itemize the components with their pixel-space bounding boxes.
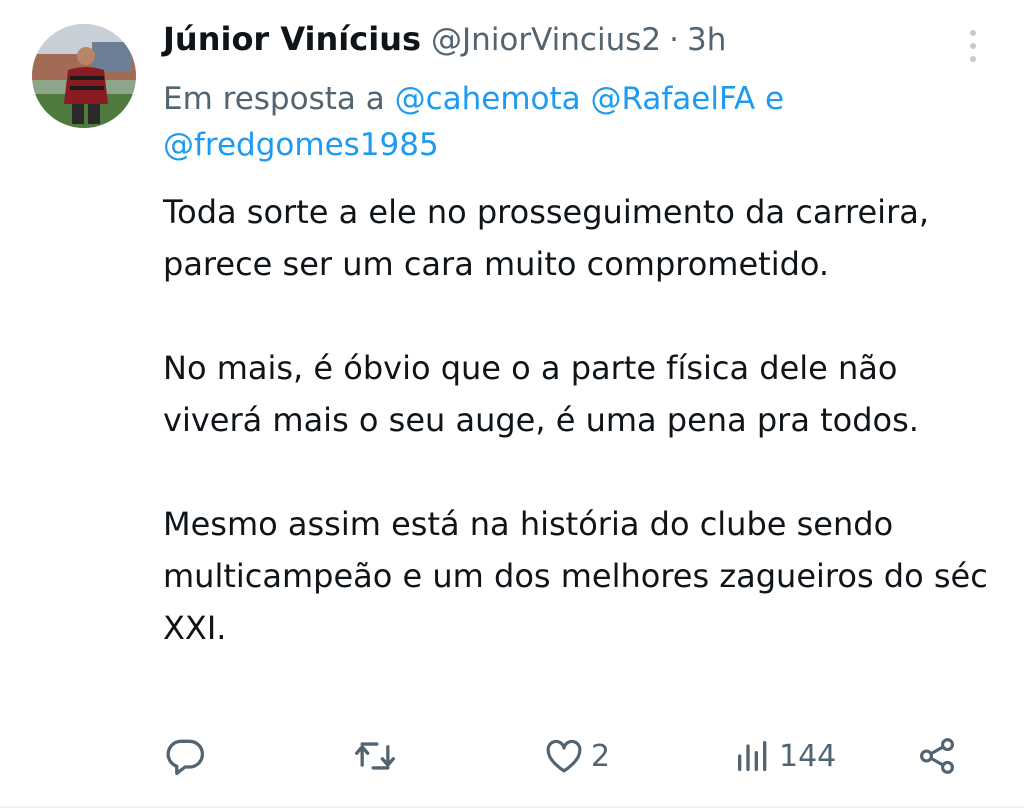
mention-joiner: e	[765, 81, 785, 117]
tweet-paragraph: Mesmo assim está na história do clube se…	[163, 505, 988, 647]
avatar[interactable]	[32, 24, 136, 128]
avatar-photo	[32, 24, 136, 128]
like-count: 2	[591, 738, 611, 774]
author-name[interactable]: Júnior Vinícius	[163, 20, 421, 58]
heart-icon	[546, 739, 582, 773]
tweet-header: Júnior Vinícius @JniorVincius2 · 3h	[163, 20, 726, 70]
more-options-icon[interactable]	[960, 28, 986, 64]
reply-button[interactable]	[163, 728, 207, 784]
reply-prefix: Em resposta a	[163, 81, 385, 117]
retweet-icon	[355, 742, 395, 770]
tweet-paragraph: Toda sorte a ele no prosseguimento da ca…	[163, 193, 929, 283]
divider	[0, 806, 1024, 808]
reply-context: Em resposta a @cahemota @RafaelFA e @fre…	[163, 76, 923, 168]
views-icon	[738, 741, 767, 771]
like-button[interactable]: 2	[543, 728, 610, 784]
views-count: 144	[779, 738, 837, 774]
mention-link[interactable]: @fredgomes1985	[163, 127, 439, 163]
author-handle[interactable]: @JniorVincius2	[431, 22, 661, 58]
timestamp[interactable]: 3h	[687, 22, 726, 58]
retweet-button[interactable]	[352, 728, 398, 784]
share-button[interactable]	[916, 728, 958, 784]
mention-link[interactable]: @cahemota	[395, 81, 581, 117]
views-button[interactable]: 144	[733, 728, 836, 784]
action-bar: 2 144	[0, 728, 1024, 784]
reply-icon	[166, 739, 205, 776]
tweet-text: Toda sorte a ele no prosseguimento da ca…	[163, 186, 1003, 654]
tweet[interactable]: Júnior Vinícius @JniorVincius2 · 3h Em r…	[0, 0, 1024, 811]
share-icon	[920, 738, 954, 774]
tweet-paragraph: No mais, é óbvio que o a parte física de…	[163, 349, 919, 439]
mention-link[interactable]: @RafaelFA	[591, 81, 756, 117]
separator: ·	[669, 22, 679, 58]
